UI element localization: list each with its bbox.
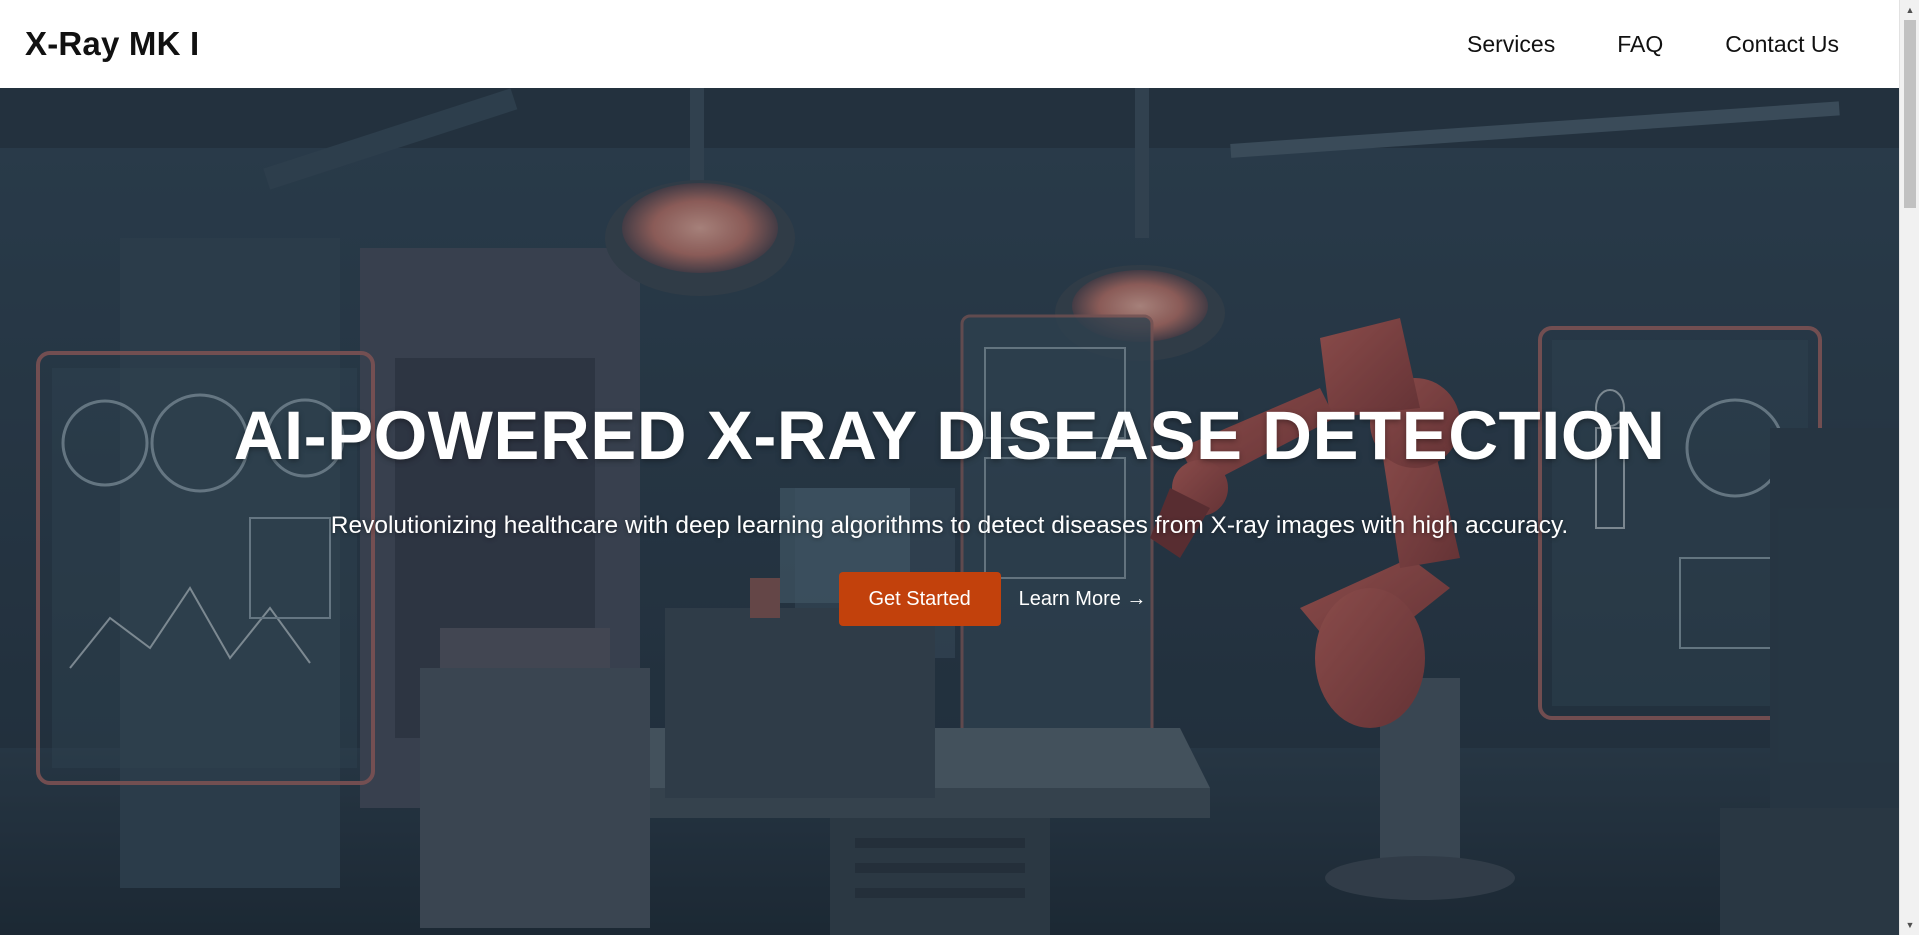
scroll-down-icon[interactable]: ▼: [1900, 917, 1919, 933]
nav-links: Services FAQ Contact Us: [1467, 31, 1839, 58]
scrollbar-thumb[interactable]: [1904, 20, 1916, 208]
nav-link-services[interactable]: Services: [1467, 31, 1555, 58]
hero-title: AI-POWERED X-RAY DISEASE DETECTION: [233, 397, 1666, 474]
vertical-scrollbar[interactable]: ▲ ▼: [1899, 0, 1919, 935]
hero-subtitle: Revolutionizing healthcare with deep lea…: [330, 512, 1569, 539]
nav-link-faq[interactable]: FAQ: [1617, 31, 1663, 58]
learn-more-link[interactable]: Learn More →: [1019, 588, 1147, 611]
get-started-button[interactable]: Get Started: [838, 572, 1001, 626]
hero-section: AI-POWERED X-RAY DISEASE DETECTION Revol…: [0, 88, 1899, 935]
hero-actions: Get Started Learn More →: [0, 572, 1899, 626]
nav-link-contact-us[interactable]: Contact Us: [1725, 31, 1839, 58]
brand-logo[interactable]: X-Ray MK I: [25, 25, 199, 63]
page: X-Ray MK I Services FAQ Contact Us AI-PO…: [0, 0, 1919, 935]
navbar: X-Ray MK I Services FAQ Contact Us: [0, 0, 1899, 88]
scroll-up-icon[interactable]: ▲: [1900, 2, 1919, 18]
